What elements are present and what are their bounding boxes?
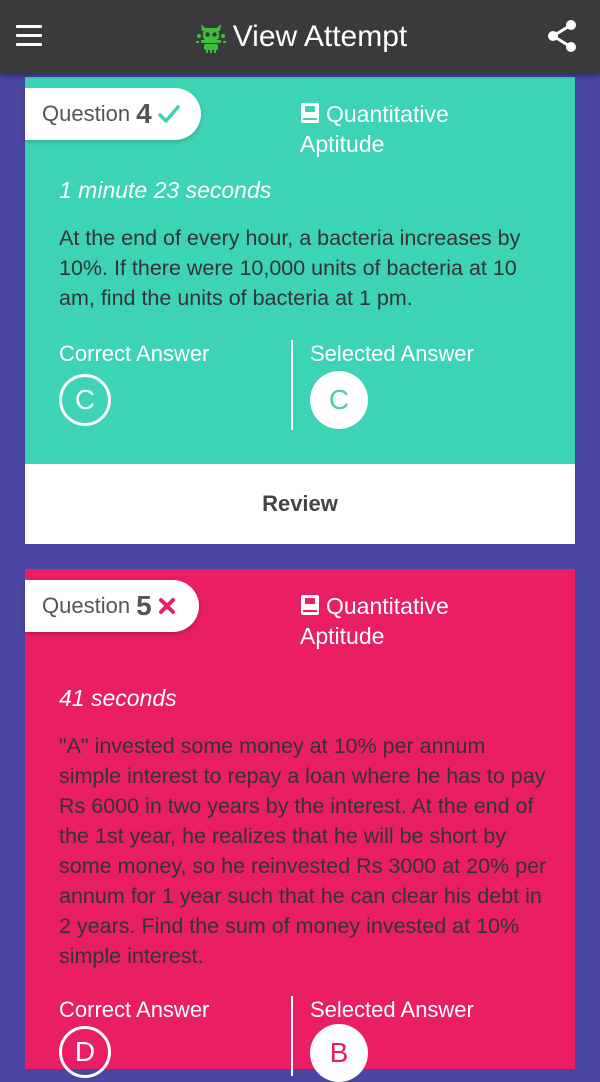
subject-line2: Aptitude bbox=[300, 623, 385, 649]
question-pill: Question 4 bbox=[25, 88, 201, 140]
app-bar: View Attempt bbox=[0, 0, 600, 74]
question-label: Question bbox=[42, 101, 131, 126]
question-text: "A" invested some money at 10% per annum… bbox=[59, 734, 547, 968]
review-button[interactable]: Review bbox=[25, 464, 575, 544]
question-text: At the end of every hour, a bacteria inc… bbox=[59, 226, 521, 310]
selected-answer-label: Selected Answer bbox=[310, 341, 474, 366]
subject-label: Quantitative Aptitude bbox=[300, 591, 449, 651]
question-number: 4 bbox=[136, 98, 152, 129]
subject-line1: Quantitative bbox=[326, 101, 449, 127]
app-title-wrap: View Attempt bbox=[0, 0, 600, 74]
correct-answer-badge: C bbox=[59, 374, 111, 426]
question-card-body: Question 4 Quantitative Aptitude 1 minut… bbox=[25, 77, 575, 464]
selected-answer-badge: C bbox=[310, 371, 368, 429]
time-taken: 1 minute 23 seconds bbox=[59, 177, 272, 203]
question-pill: Question 5 bbox=[25, 580, 199, 632]
subject-line2: Aptitude bbox=[300, 131, 385, 157]
correct-answer-label: Correct Answer bbox=[59, 997, 210, 1022]
selected-answer-label: Selected Answer bbox=[310, 997, 474, 1022]
question-number: 5 bbox=[136, 590, 152, 621]
book-icon bbox=[301, 595, 319, 615]
cross-icon bbox=[158, 597, 176, 615]
subject-line1: Quantitative bbox=[326, 593, 449, 619]
subject-label: Quantitative Aptitude bbox=[300, 99, 449, 159]
correct-answer-label: Correct Answer bbox=[59, 341, 210, 366]
correct-answer-badge: D bbox=[59, 1026, 111, 1078]
selected-answer-badge: B bbox=[310, 1024, 368, 1082]
page-title: View Attempt bbox=[232, 20, 408, 53]
answer-divider bbox=[291, 996, 293, 1076]
answer-divider bbox=[291, 340, 293, 430]
check-icon bbox=[157, 104, 180, 124]
time-taken: 41 seconds bbox=[59, 685, 177, 711]
share-icon[interactable] bbox=[544, 18, 580, 54]
book-icon bbox=[301, 103, 319, 123]
question-card-4: Question 4 Quantitative Aptitude 1 minut… bbox=[25, 77, 575, 544]
question-card-5: Question 5 Quantitative Aptitude 41 seco… bbox=[25, 569, 575, 1082]
robot-logo-icon bbox=[195, 24, 226, 53]
question-card-body: Question 5 Quantitative Aptitude 41 seco… bbox=[25, 569, 575, 1082]
question-label: Question bbox=[42, 593, 131, 618]
